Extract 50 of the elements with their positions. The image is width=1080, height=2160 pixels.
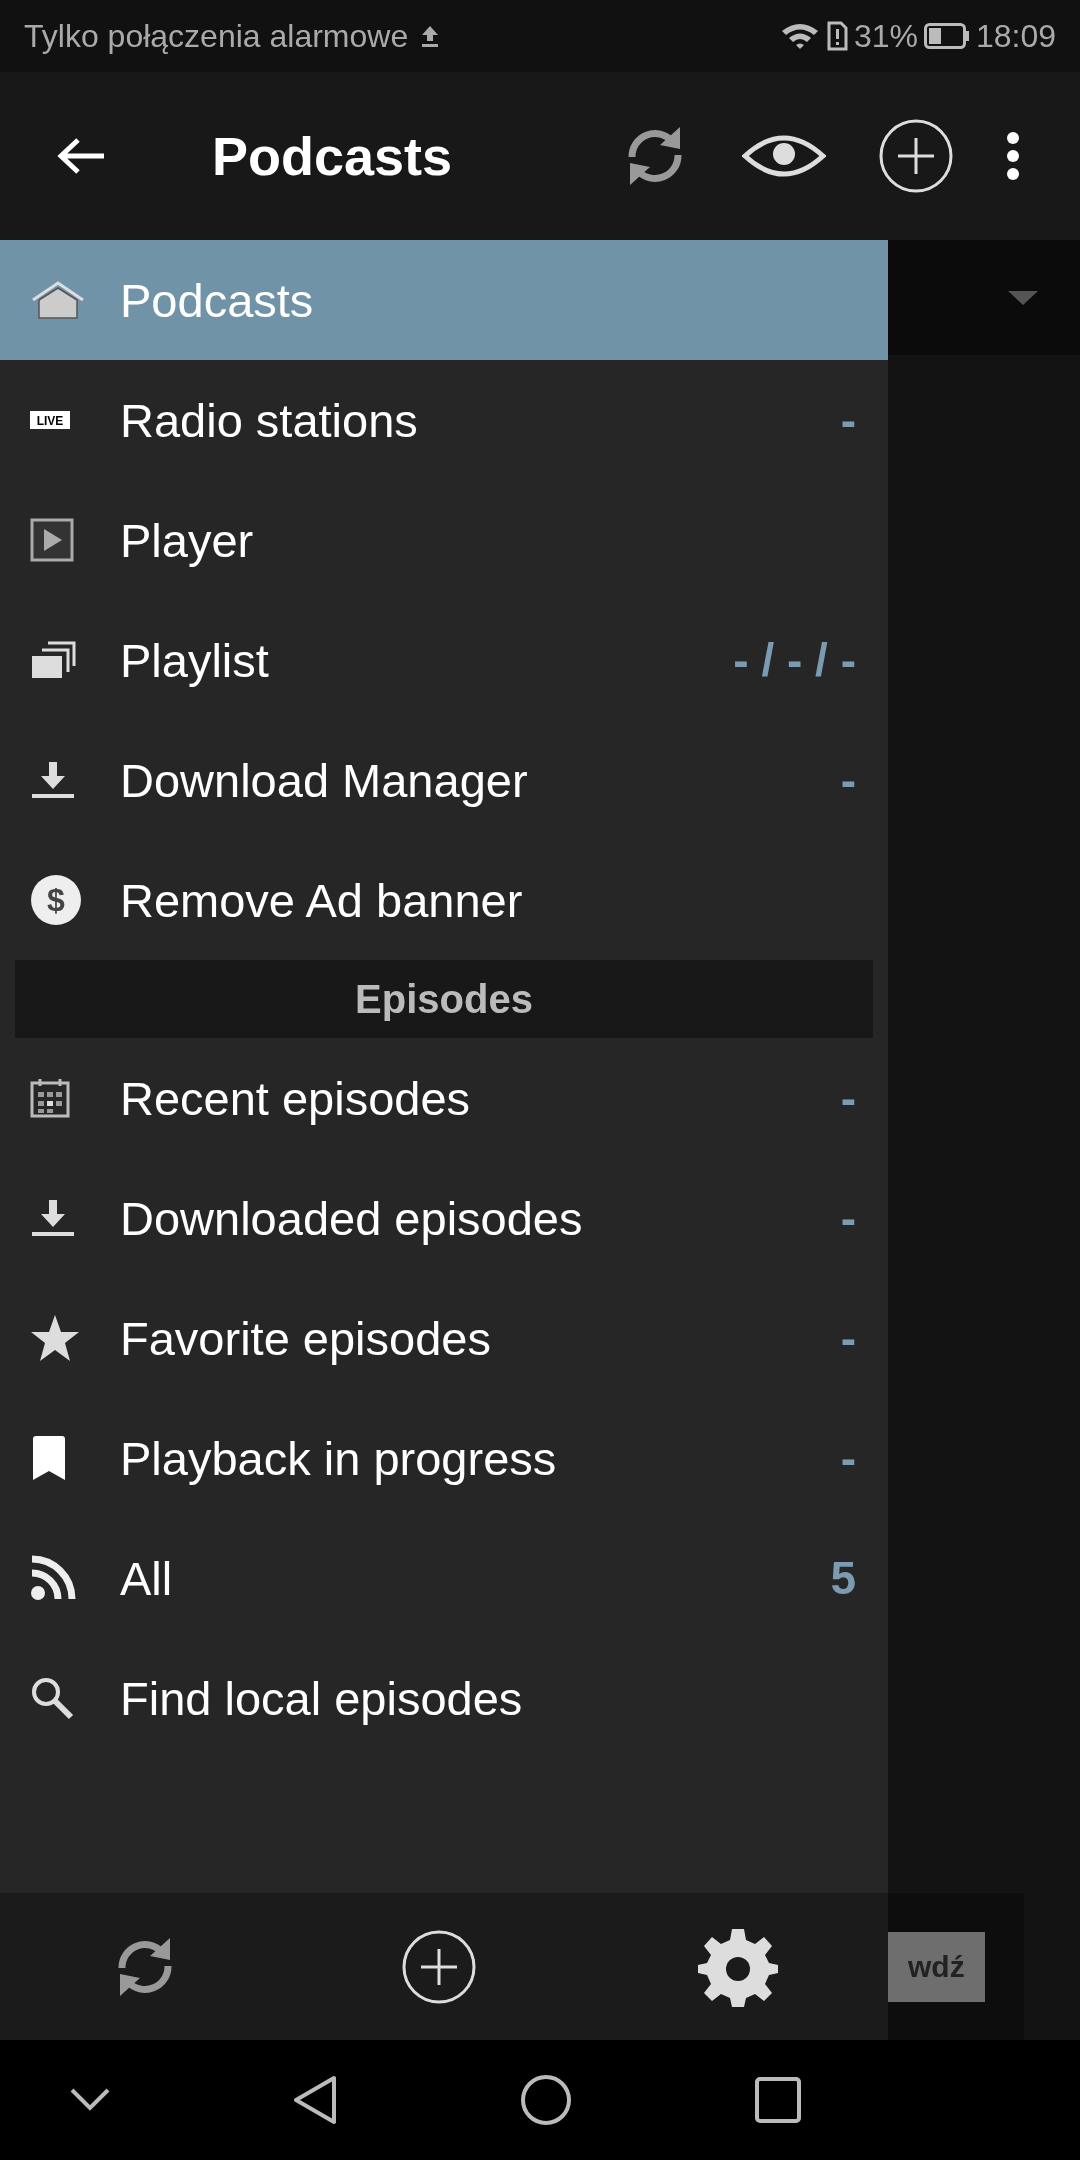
upload-icon (420, 24, 441, 48)
item-count: - (840, 1071, 856, 1125)
item-count: - (840, 1191, 856, 1245)
drawer-item[interactable]: Playback in progress - (0, 1398, 888, 1518)
dollar-coin-icon: $ (30, 874, 82, 926)
dropdown-caret-icon (1008, 290, 1038, 305)
more-options-icon[interactable] (1006, 131, 1020, 181)
rss-icon (30, 1555, 76, 1601)
back-triangle-icon[interactable] (292, 2075, 338, 2125)
chevron-down-icon[interactable] (70, 2088, 110, 2112)
section-header: Episodes (15, 960, 873, 1038)
calendar-icon (30, 1078, 70, 1118)
house-icon (30, 280, 86, 320)
item-count: - / - / - (733, 633, 856, 687)
home-circle-icon[interactable] (520, 2074, 572, 2126)
star-icon (30, 1314, 80, 1362)
item-count: - (840, 753, 856, 807)
download-icon (30, 1198, 76, 1238)
drawer-item[interactable]: All 5 (0, 1518, 888, 1638)
back-arrow-icon[interactable] (56, 136, 106, 176)
add-icon[interactable] (878, 118, 954, 194)
sim-alert-icon (825, 21, 848, 51)
recents-square-icon[interactable] (754, 2076, 802, 2124)
drawer-item[interactable]: Find local episodes (0, 1638, 888, 1758)
drawer-item[interactable]: $ Remove Ad banner (0, 840, 888, 960)
play-box-icon (30, 518, 74, 562)
search-icon (30, 1676, 74, 1720)
drawer-item[interactable]: Download Manager - (0, 720, 888, 840)
drawer-item[interactable]: Downloaded episodes - (0, 1158, 888, 1278)
drawer-item[interactable]: Player (0, 480, 888, 600)
add-icon[interactable] (401, 1928, 477, 2005)
live-icon: LIVE (30, 411, 70, 429)
drawer-item[interactable]: Playlist - / - / - (0, 600, 888, 720)
battery-icon (923, 23, 970, 49)
item-count: 5 (830, 1551, 856, 1605)
item-count: - (840, 1311, 856, 1365)
drawer-item[interactable]: Recent episodes - (0, 1038, 888, 1158)
item-count: - (840, 393, 856, 447)
battery-percentage: 31% (853, 17, 918, 55)
app-title: Podcasts (212, 125, 453, 187)
download-icon (30, 760, 76, 800)
eye-icon[interactable] (742, 134, 826, 178)
bookmark-icon (30, 1435, 68, 1481)
drawer-item[interactable]: Favorite episodes - (0, 1278, 888, 1398)
drawer-item[interactable]: LIVE Radio stations - (0, 360, 888, 480)
stacked-cards-icon (30, 640, 76, 680)
clock: 18:09 (975, 17, 1056, 55)
settings-icon[interactable] (697, 1926, 778, 2007)
item-count: - (840, 1431, 856, 1485)
status-notice: Tylko połączenia alarmowe (24, 17, 409, 55)
